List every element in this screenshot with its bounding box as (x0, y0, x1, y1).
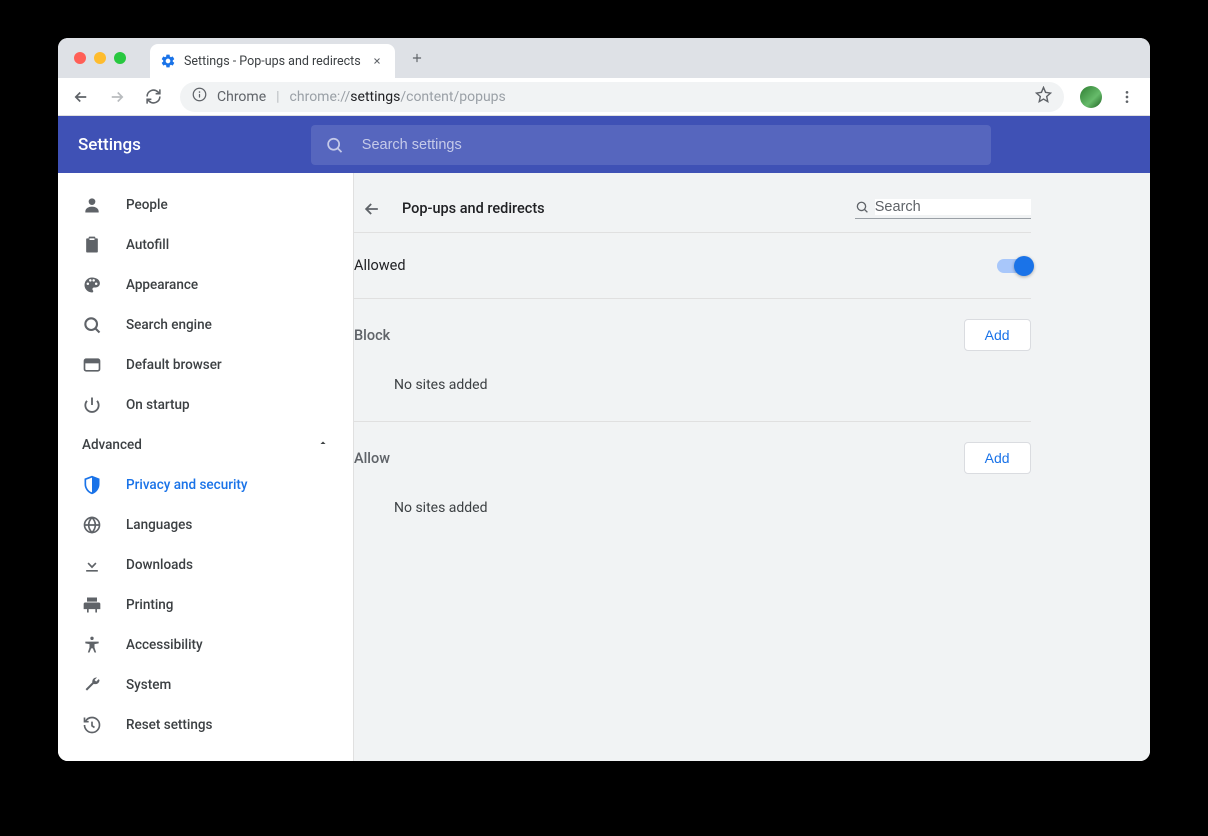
back-button[interactable] (66, 82, 96, 112)
history-icon (82, 715, 102, 735)
allow-heading: Allow (354, 450, 390, 467)
sidebar-item-autofill[interactable]: Autofill (58, 225, 353, 265)
settings-panel: Pop-ups and redirects Allowed Block Add … (354, 173, 1031, 761)
globe-icon (82, 515, 102, 535)
browser-window: Settings - Pop-ups and redirects Chrome … (58, 38, 1150, 761)
person-icon (82, 195, 102, 215)
sidebar-item-people[interactable]: People (58, 185, 353, 225)
clipboard-icon (82, 235, 102, 255)
sidebar-label: System (126, 677, 171, 693)
sidebar-item-on-startup[interactable]: On startup (58, 385, 353, 425)
content-area: Pop-ups and redirects Allowed Block Add … (354, 173, 1150, 761)
sidebar-label: Printing (126, 597, 173, 613)
tab-title: Settings - Pop-ups and redirects (184, 54, 361, 69)
settings-header: Settings (58, 116, 1150, 173)
download-icon (82, 555, 102, 575)
gear-icon (160, 53, 176, 69)
accessibility-icon (82, 635, 102, 655)
url-chip: Chrome (217, 89, 266, 105)
sidebar-item-languages[interactable]: Languages (58, 505, 353, 545)
sidebar-label: On startup (126, 397, 190, 413)
tab-strip: Settings - Pop-ups and redirects (58, 38, 1150, 78)
panel-search-input[interactable] (875, 199, 1031, 215)
reload-button[interactable] (138, 82, 168, 112)
panel-title: Pop-ups and redirects (402, 200, 855, 217)
search-settings-field[interactable] (311, 125, 991, 165)
panel-back-button[interactable] (354, 191, 390, 227)
sidebar-advanced-label: Advanced (82, 437, 142, 453)
menu-button[interactable] (1112, 82, 1142, 112)
forward-button[interactable] (102, 82, 132, 112)
url-separator: | (276, 89, 279, 105)
sidebar-item-default-browser[interactable]: Default browser (58, 345, 353, 385)
sidebar-item-accessibility[interactable]: Accessibility (58, 625, 353, 665)
sidebar-label: Search engine (126, 317, 212, 333)
fullscreen-window-button[interactable] (114, 52, 126, 64)
wrench-icon (82, 675, 102, 695)
search-icon (82, 315, 102, 335)
window-controls (74, 52, 126, 64)
sidebar-label: Privacy and security (126, 477, 248, 493)
settings-body: People Autofill Appearance Search engine… (58, 173, 1150, 761)
sidebar-label: People (126, 197, 168, 213)
block-section-header: Block Add (354, 299, 1031, 359)
search-icon (855, 199, 869, 215)
block-empty-text: No sites added (354, 359, 1031, 422)
print-icon (82, 595, 102, 615)
sidebar-item-downloads[interactable]: Downloads (58, 545, 353, 585)
sidebar-advanced-toggle[interactable]: Advanced (58, 425, 353, 465)
site-info-icon[interactable] (192, 87, 207, 106)
sidebar-item-system[interactable]: System (58, 665, 353, 705)
sidebar: People Autofill Appearance Search engine… (58, 173, 354, 761)
allowed-toggle[interactable] (997, 259, 1031, 273)
sidebar-label: Appearance (126, 277, 198, 293)
sidebar-label: Languages (126, 517, 192, 533)
block-heading: Block (354, 327, 390, 344)
sidebar-label: Autofill (126, 237, 169, 253)
palette-icon (82, 275, 102, 295)
new-tab-button[interactable] (403, 44, 431, 72)
sidebar-item-search-engine[interactable]: Search engine (58, 305, 353, 345)
settings-title: Settings (78, 135, 141, 155)
sidebar-label: Downloads (126, 557, 193, 573)
browser-icon (82, 355, 102, 375)
profile-avatar[interactable] (1080, 86, 1102, 108)
allow-section-header: Allow Add (354, 422, 1031, 482)
sidebar-item-printing[interactable]: Printing (58, 585, 353, 625)
browser-tab[interactable]: Settings - Pop-ups and redirects (150, 44, 395, 78)
allow-empty-text: No sites added (354, 482, 1031, 544)
url-text: chrome://settings/content/popups (290, 89, 506, 105)
browser-toolbar: Chrome | chrome://settings/content/popup… (58, 78, 1150, 116)
allowed-label: Allowed (354, 257, 406, 274)
add-allow-button[interactable]: Add (964, 442, 1031, 474)
sidebar-label: Default browser (126, 357, 222, 373)
power-icon (82, 395, 102, 415)
sidebar-item-privacy[interactable]: Privacy and security (58, 465, 353, 505)
close-tab-button[interactable] (369, 53, 385, 69)
panel-header: Pop-ups and redirects (354, 185, 1031, 233)
sidebar-label: Reset settings (126, 717, 212, 733)
allowed-row: Allowed (354, 233, 1031, 299)
add-block-button[interactable]: Add (964, 319, 1031, 351)
minimize-window-button[interactable] (94, 52, 106, 64)
search-icon (325, 135, 344, 155)
shield-icon (82, 475, 102, 495)
panel-search[interactable] (855, 199, 1031, 219)
sidebar-item-reset[interactable]: Reset settings (58, 705, 353, 745)
bookmark-button[interactable] (1035, 86, 1052, 107)
sidebar-label: Accessibility (126, 637, 203, 653)
sidebar-item-appearance[interactable]: Appearance (58, 265, 353, 305)
close-window-button[interactable] (74, 52, 86, 64)
chevron-up-icon (317, 437, 329, 453)
search-settings-input[interactable] (362, 137, 977, 153)
address-bar[interactable]: Chrome | chrome://settings/content/popup… (180, 82, 1064, 112)
content-spacer (1031, 173, 1150, 761)
